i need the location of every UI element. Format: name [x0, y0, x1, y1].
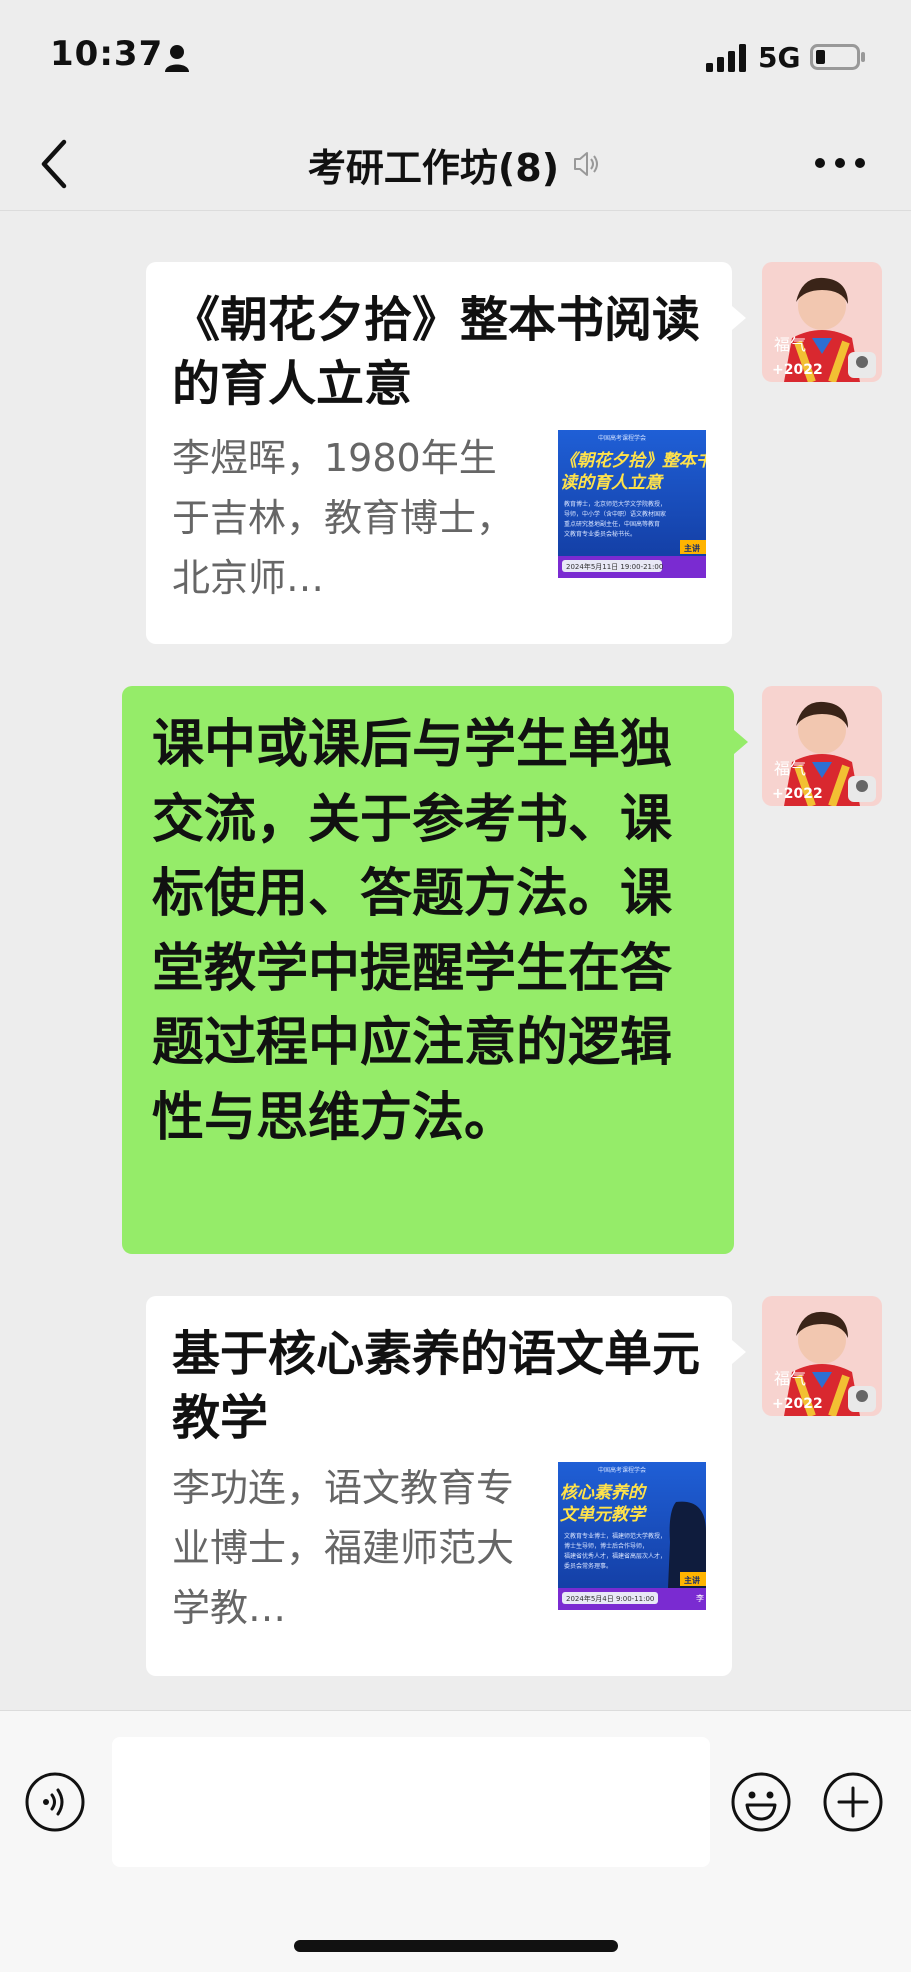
network-type: 5G — [758, 41, 801, 74]
emoji-icon[interactable] — [730, 1771, 792, 1833]
avatar-caption: +2022 — [772, 362, 823, 378]
status-time: 10:37 — [50, 34, 164, 74]
avatar[interactable]: +2022 福气 — [762, 1296, 882, 1416]
card-thumbnail: 中国高考课程学会 《朝花夕拾》整本书 读的育人立意 教育博士，北京师范大学文学院… — [558, 430, 706, 578]
link-card-message[interactable]: 基于核心素养的语文单元教学 李功连，语文教育专业博士，福建师范大学教… 中国高考… — [146, 1296, 746, 1676]
thumb-speaker-initial: 李 — [696, 1593, 704, 1603]
avatar[interactable]: +2022 福气 — [762, 686, 882, 806]
thumb-bio-line: 文教育专业博士，福建师范大学教授， — [564, 1532, 666, 1540]
avatar-badge: 福气 — [774, 1369, 806, 1388]
title-wrap: 考研工作坊(8) — [0, 118, 911, 210]
thumb-heading-2: 文单元教学 — [560, 1505, 648, 1525]
thumb-date: 2024年5月4日 9:00-11:00 — [566, 1594, 654, 1603]
card-thumbnail: 中国高考课程学会 核心素养的 文单元教学 文教育专业博士，福建师范大学教授， 博… — [558, 1462, 706, 1610]
thumb-org: 中国高考课程学会 — [598, 1466, 646, 1474]
thumb-speaker-tag: 主讲 — [684, 543, 700, 553]
avatar-badge: 福气 — [774, 759, 806, 778]
thumb-bio-line: 重点研究基地副主任，中国高等教育 — [564, 520, 660, 528]
avatar[interactable]: +2022 福气 — [762, 262, 882, 382]
status-bar: 10:37 5G — [0, 0, 911, 115]
thumb-bio-line: 导师，中小学（含中职）语文教材国家 — [564, 510, 666, 518]
mute-icon — [574, 152, 599, 176]
message-input[interactable] — [112, 1737, 710, 1867]
person-icon — [165, 45, 189, 72]
message-text: 课中或课后与学生单独交流，关于参考书、课标使用、答题方法。课堂教学中提醒学生在答… — [152, 715, 673, 1148]
battery-icon — [810, 44, 865, 70]
thumb-bio-line: 教育博士，北京师范大学文学院教授， — [564, 500, 666, 508]
card-title: 《朝花夕拾》整本书阅读的育人立意 — [172, 292, 701, 412]
avatar-caption: +2022 — [772, 1396, 823, 1412]
thumb-bio-line: 福建省优秀人才，福建省高层次人才， — [564, 1552, 666, 1560]
avatar-image: +2022 福气 — [762, 262, 882, 382]
thumb-heading-2: 读的育人立意 — [560, 473, 664, 493]
thumb-bio-line: 博士生导师，博士后合作导师， — [564, 1542, 648, 1550]
thumb-bio-line: 文教育专业委员会秘书长。 — [564, 530, 636, 538]
signal-icon — [706, 44, 746, 72]
thumb-date: 2024年5月11日 19:00-21:00 — [566, 562, 663, 571]
thumb-heading-1: 《朝花夕拾》整本书 — [560, 451, 706, 471]
card-description: 李煜晖，1980年生于吉林，教育博士，北京师… — [172, 436, 515, 600]
avatar-image: +2022 福气 — [762, 686, 882, 806]
avatar-caption: +2022 — [772, 786, 823, 802]
thumb-heading-1: 核心素养的 — [560, 1483, 648, 1503]
thumb-org: 中国高考课程学会 — [598, 434, 646, 442]
link-card-message[interactable]: 《朝花夕拾》整本书阅读的育人立意 李煜晖，1980年生于吉林，教育博士，北京师…… — [146, 262, 746, 644]
avatar-badge: 福气 — [774, 335, 806, 354]
card-description: 李功连，语文教育专业博士，福建师范大学教… — [172, 1466, 515, 1630]
text-message-bubble[interactable]: 课中或课后与学生单独交流，关于参考书、课标使用、答题方法。课堂教学中提醒学生在答… — [122, 686, 748, 1254]
voice-input-icon[interactable] — [24, 1771, 86, 1833]
more-icon[interactable] — [812, 152, 868, 174]
thumb-speaker-tag: 主讲 — [684, 1575, 700, 1585]
avatar-image: +2022 福气 — [762, 1296, 882, 1416]
thumb-bio-line: 委员会常务理事。 — [564, 1562, 612, 1570]
home-indicator[interactable] — [294, 1940, 618, 1952]
card-title: 基于核心素养的语文单元教学 — [172, 1326, 701, 1446]
chat-title: 考研工作坊(8) — [307, 145, 560, 190]
plus-icon[interactable] — [822, 1771, 884, 1833]
input-bar — [0, 1710, 911, 1972]
nav-bar: 考研工作坊(8) — [0, 118, 911, 211]
